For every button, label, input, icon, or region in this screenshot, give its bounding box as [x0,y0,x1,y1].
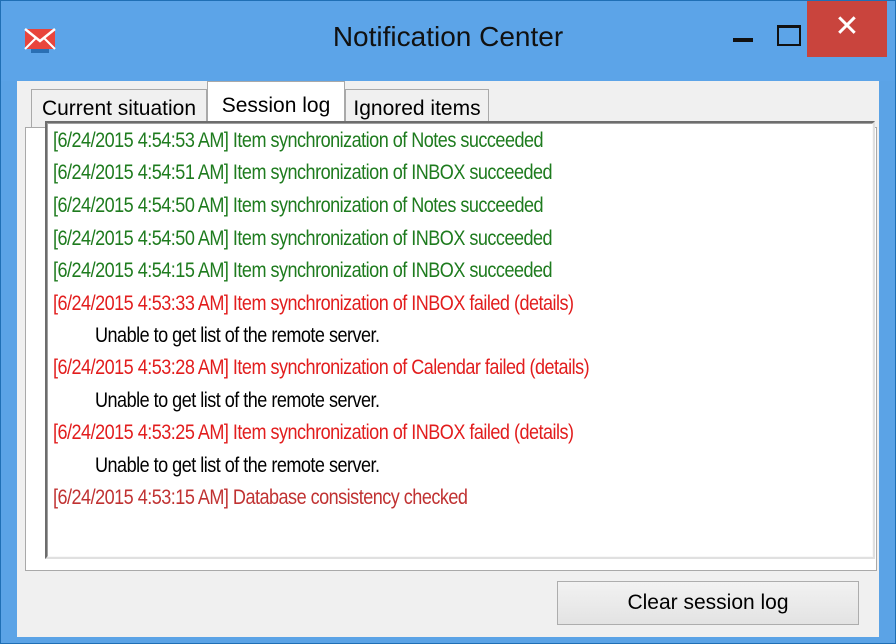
clear-session-log-button[interactable]: Clear session log [557,581,859,625]
close-icon: ✕ [834,9,860,44]
title-bar[interactable]: Notification Center ✕ [1,1,895,81]
log-entry: [6/24/2015 4:53:15 AM] Database consiste… [53,486,468,509]
log-entry-error[interactable]: [6/24/2015 4:53:25 AM] Item synchronizat… [53,421,574,445]
log-entry: [6/24/2015 4:54:50 AM] Item synchronizat… [53,227,553,250]
log-entry: [6/24/2015 4:54:15 AM] Item synchronizat… [53,259,553,282]
log-entry: [6/24/2015 4:54:50 AM] Item synchronizat… [53,194,544,217]
maximize-icon[interactable] [773,23,807,53]
log-entry-error[interactable]: [6/24/2015 4:53:28 AM] Item synchronizat… [53,356,590,380]
log-entry: [6/24/2015 4:54:51 AM] Item synchronizat… [53,161,553,184]
notification-center-window: Notification Center ✕ Current situation … [0,0,896,644]
minimize-icon[interactable] [727,25,761,55]
log-error-detail: Unable to get list of the remote server. [95,324,380,347]
log-entry: [6/24/2015 4:54:53 AM] Item synchronizat… [53,129,544,152]
log-entry-error[interactable]: [6/24/2015 4:53:33 AM] Item synchronizat… [53,292,574,316]
log-error-detail: Unable to get list of the remote server. [95,454,380,477]
close-button[interactable]: ✕ [807,1,887,57]
log-error-detail: Unable to get list of the remote server. [95,389,380,412]
